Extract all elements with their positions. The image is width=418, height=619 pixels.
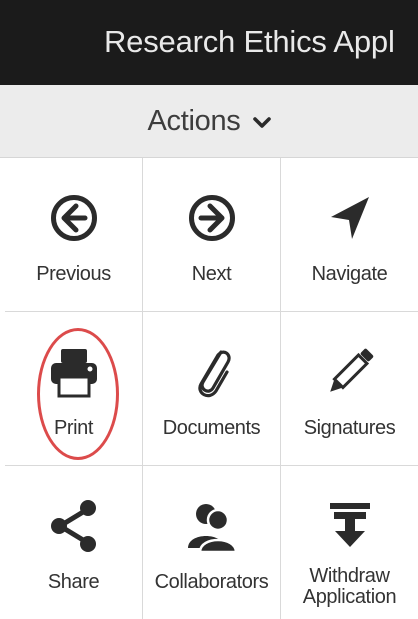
share-button[interactable]: Share — [5, 466, 143, 619]
next-label: Next — [191, 263, 232, 285]
documents-label: Documents — [162, 417, 261, 439]
actions-grid: Previous Next Navigate Print Documents S… — [5, 158, 418, 619]
print-label: Print — [53, 417, 94, 439]
paperclip-icon — [197, 350, 231, 398]
arrow-circle-right-icon — [188, 195, 235, 241]
withdraw-application-button[interactable]: Withdraw Application — [281, 466, 418, 619]
navigate-button[interactable]: Navigate — [281, 158, 418, 312]
arrow-circle-left-icon — [50, 195, 97, 241]
previous-button[interactable]: Previous — [5, 158, 143, 312]
withdraw-application-label: Withdraw Application — [302, 565, 397, 608]
print-button[interactable]: Print — [5, 312, 143, 466]
app-header: Research Ethics Appl — [0, 0, 418, 85]
app-window: Research Ethics Appl Actions Previous Ne… — [0, 0, 418, 619]
collaborators-button[interactable]: Collaborators — [143, 466, 281, 619]
chevron-down-icon — [252, 117, 271, 128]
pencil-icon — [329, 348, 373, 392]
app-title: Research Ethics Appl — [104, 24, 395, 59]
users-icon — [187, 504, 237, 554]
signatures-label: Signatures — [303, 417, 396, 439]
next-button[interactable]: Next — [143, 158, 281, 312]
documents-button[interactable]: Documents — [143, 312, 281, 466]
location-arrow-icon — [330, 197, 369, 239]
share-label: Share — [47, 571, 100, 593]
printer-icon — [50, 349, 97, 398]
navigate-label: Navigate — [311, 263, 388, 285]
signatures-button[interactable]: Signatures — [281, 312, 418, 466]
actions-label: Actions — [147, 104, 241, 137]
withdraw-icon — [329, 503, 370, 547]
share-icon — [50, 500, 96, 552]
previous-label: Previous — [36, 263, 111, 285]
actions-dropdown-button[interactable]: Actions — [0, 85, 418, 158]
collaborators-label: Collaborators — [154, 571, 269, 593]
